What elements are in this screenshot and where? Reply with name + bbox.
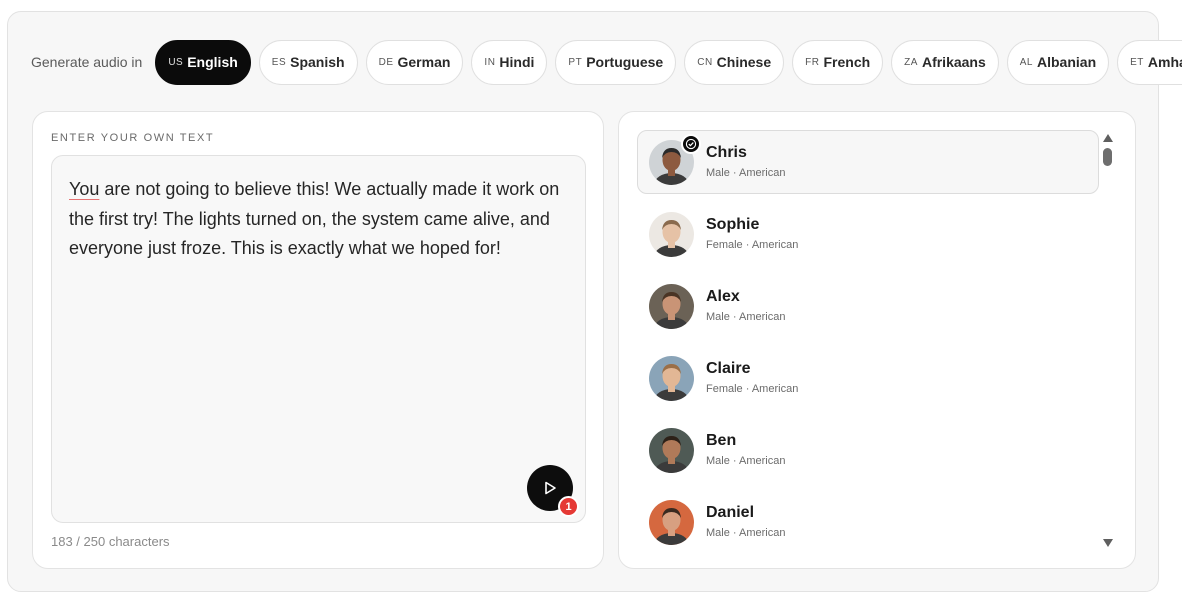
voice-meta: Male · American xyxy=(706,311,786,323)
text-content[interactable]: You are not going to believe this! We ac… xyxy=(69,175,569,264)
lang-code: cn xyxy=(697,56,713,68)
avatar xyxy=(649,284,694,329)
lang-code: al xyxy=(1019,56,1033,68)
lang-code: et xyxy=(1130,56,1144,68)
voice-meta: Male · American xyxy=(706,527,786,539)
voice-list-panel: Chris Male · American Sophie Female · Ameri… xyxy=(618,111,1136,569)
lang-code: us xyxy=(168,56,184,68)
lang-code: pt xyxy=(568,56,583,68)
voice-name: Chris xyxy=(706,144,747,161)
voice-item-sophie[interactable]: Sophie Female · American xyxy=(637,202,1099,266)
lang-name: English xyxy=(187,54,238,70)
lang-name: Albanian xyxy=(1037,54,1097,70)
voice-meta: Male · American xyxy=(706,167,786,179)
voice-item-claire[interactable]: Claire Female · American xyxy=(637,346,1099,410)
language-bar: Generate audio in us English es Spanish de… xyxy=(8,39,1182,85)
text-input-panel: ENTER YOUR OWN TEXT You are not going to… xyxy=(32,111,604,569)
selected-check-icon xyxy=(681,134,701,154)
lang-chip-portuguese[interactable]: pt Portuguese xyxy=(555,39,677,85)
lang-name: French xyxy=(823,54,871,70)
lang-chip-french[interactable]: fr French xyxy=(792,39,884,85)
text-body: are not going to believe this! We actual… xyxy=(69,179,560,258)
voice-name: Alex xyxy=(706,288,740,305)
lang-name: Afrikaans xyxy=(921,54,986,70)
lang-name: Chinese xyxy=(716,54,772,70)
avatar xyxy=(649,212,694,257)
lang-chip-hindi[interactable]: in Hindi xyxy=(471,39,548,85)
avatar xyxy=(649,356,694,401)
avatar xyxy=(649,500,694,545)
lang-name: Portuguese xyxy=(586,54,664,70)
voice-item-daniel[interactable]: Daniel Male · American xyxy=(637,490,1099,554)
scroll-up-arrow-icon[interactable] xyxy=(1103,134,1113,142)
lang-chip-english[interactable]: us English xyxy=(155,39,251,85)
voice-name: Sophie xyxy=(706,216,760,233)
voice-item-alex[interactable]: Alex Male · American xyxy=(637,274,1099,338)
scroll-down-arrow-icon[interactable] xyxy=(1103,539,1113,547)
scrollbar-thumb[interactable] xyxy=(1103,148,1112,166)
voice-list: Chris Male · American Sophie Female · Ameri… xyxy=(637,130,1099,562)
text-input[interactable]: You are not going to believe this! We ac… xyxy=(51,155,586,523)
lang-name: Spanish xyxy=(290,54,345,70)
tts-widget: Generate audio in us English es Spanish de… xyxy=(7,11,1182,592)
voice-name: Ben xyxy=(706,432,737,449)
lang-name: Hindi xyxy=(499,54,535,70)
notification-badge: 1 xyxy=(558,496,579,517)
lang-chip-afrikaans[interactable]: za Afrikaans xyxy=(891,39,999,85)
voice-meta: Female · American xyxy=(706,383,799,395)
lang-chip-chinese[interactable]: cn Chinese xyxy=(684,39,785,85)
lang-chip-amharic[interactable]: etAmharic xyxy=(1117,39,1182,85)
avatar xyxy=(649,428,694,473)
spellcheck-word: You xyxy=(69,179,100,199)
voice-name: Claire xyxy=(706,360,751,377)
lang-chip-spanish[interactable]: es Spanish xyxy=(258,39,358,85)
character-count: 183 / 250 characters xyxy=(51,534,170,549)
lang-code: de xyxy=(378,56,394,68)
voice-item-chris[interactable]: Chris Male · American xyxy=(637,130,1099,194)
generate-label: Generate audio in xyxy=(31,54,143,70)
section-label: ENTER YOUR OWN TEXT xyxy=(51,132,215,144)
lang-name: German xyxy=(397,54,451,70)
voice-item-ben[interactable]: Ben Male · American xyxy=(637,418,1099,482)
voice-name: Daniel xyxy=(706,504,755,521)
lang-code: es xyxy=(271,56,287,68)
lang-code: fr xyxy=(805,56,820,68)
voice-meta: Female · American xyxy=(706,239,799,251)
voice-meta: Male · American xyxy=(706,455,786,467)
lang-code: za xyxy=(904,56,918,68)
lang-name: Amharic xyxy=(1147,54,1182,70)
lang-chip-albanian[interactable]: al Albanian xyxy=(1006,39,1110,85)
lang-chip-german[interactable]: de German xyxy=(365,39,464,85)
play-icon xyxy=(545,481,556,495)
lang-code: in xyxy=(484,56,496,68)
